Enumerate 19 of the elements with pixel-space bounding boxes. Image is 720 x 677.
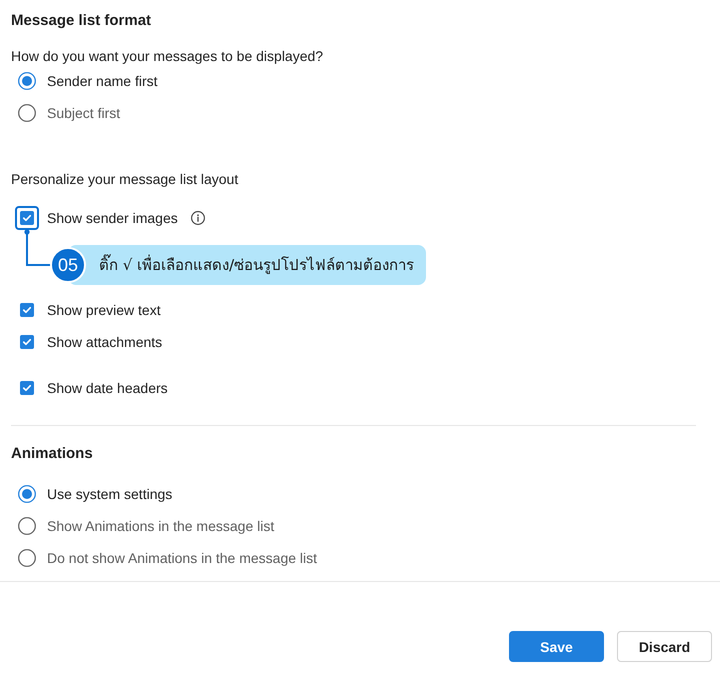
question-text: How do you want your messages to be displayed? xyxy=(11,47,324,66)
radio-option[interactable]: Sender name first xyxy=(11,65,158,97)
info-icon[interactable] xyxy=(190,211,205,225)
radio-option[interactable]: Do not show Animations in the message list xyxy=(11,542,318,574)
connector-line xyxy=(24,229,51,266)
step-badge: 05 xyxy=(50,247,86,283)
discard-button[interactable]: Discard xyxy=(617,631,712,662)
callout-text: ติ๊ก √ เพื่อเลือกแสดง/ซ่อนรูปโปรไฟล์ตามต้องการ xyxy=(99,253,414,276)
section-title: Message list format xyxy=(11,11,152,31)
radio-option[interactable]: Use system settings xyxy=(11,478,172,510)
section-title: Animations xyxy=(11,444,93,464)
checkbox-option[interactable]: Show date headers xyxy=(11,372,168,404)
section-heading: Personalize your message list layout xyxy=(11,170,238,189)
checkbox-option[interactable]: Show attachments xyxy=(11,326,162,358)
checkbox-option[interactable]: Show sender images xyxy=(11,202,178,234)
checkbox-option[interactable]: Show preview text xyxy=(11,294,161,326)
save-button[interactable]: Save xyxy=(509,631,604,662)
radio-option[interactable]: Subject first xyxy=(11,97,120,129)
radio-option[interactable]: Show Animations in the message list xyxy=(11,510,274,542)
